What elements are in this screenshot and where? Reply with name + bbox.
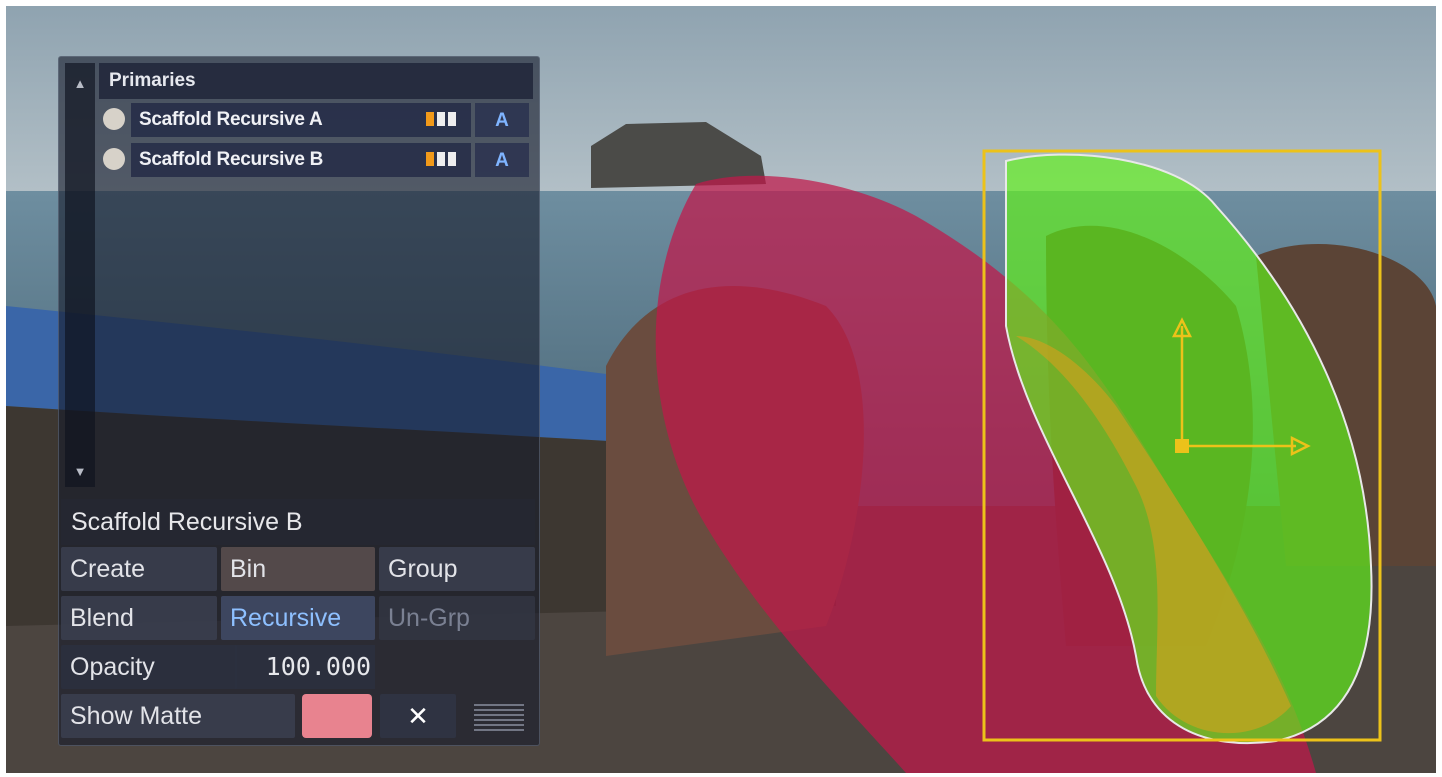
- recursive-button[interactable]: Recursive: [221, 596, 375, 640]
- level-bars-icon: [426, 152, 456, 166]
- list-item-flag[interactable]: A: [475, 103, 529, 137]
- scroll-up-icon[interactable]: ▲: [65, 69, 95, 99]
- level-bars-icon: [426, 112, 456, 126]
- list-header: Primaries: [99, 63, 533, 99]
- show-matte-button[interactable]: Show Matte: [61, 694, 295, 738]
- list-item[interactable]: Scaffold Recursive A A: [99, 101, 533, 139]
- create-button[interactable]: Create: [61, 547, 217, 591]
- group-button[interactable]: Group: [379, 547, 535, 591]
- drag-handle-icon[interactable]: [474, 703, 524, 731]
- opacity-label: Opacity: [61, 645, 237, 689]
- list-item-name[interactable]: Scaffold Recursive A: [131, 103, 471, 137]
- circle-icon[interactable]: [103, 148, 125, 170]
- transform-pivot-handle[interactable]: [1175, 439, 1189, 453]
- list-scrollbar[interactable]: ▲ ▼: [65, 63, 95, 487]
- image-viewport[interactable]: ▲ ▼ Primaries Scaffold Recursive A A Sca…: [6, 6, 1436, 773]
- list-item-name[interactable]: Scaffold Recursive B: [131, 143, 471, 177]
- scroll-down-icon[interactable]: ▼: [65, 457, 95, 487]
- list-item-flag[interactable]: A: [475, 143, 529, 177]
- primaries-panel: ▲ ▼ Primaries Scaffold Recursive A A Sca…: [58, 56, 540, 746]
- circle-icon[interactable]: [103, 108, 125, 130]
- ungroup-button[interactable]: Un-Grp: [379, 596, 535, 640]
- matte-color-swatch[interactable]: [302, 694, 372, 738]
- blend-button[interactable]: Blend: [61, 596, 217, 640]
- layer-name-field[interactable]: Scaffold Recursive B: [61, 499, 535, 545]
- list-item[interactable]: Scaffold Recursive B A: [99, 141, 533, 179]
- bin-button[interactable]: Bin: [221, 547, 375, 591]
- opacity-input[interactable]: 100.000: [235, 645, 375, 689]
- close-icon[interactable]: ✕: [380, 694, 456, 738]
